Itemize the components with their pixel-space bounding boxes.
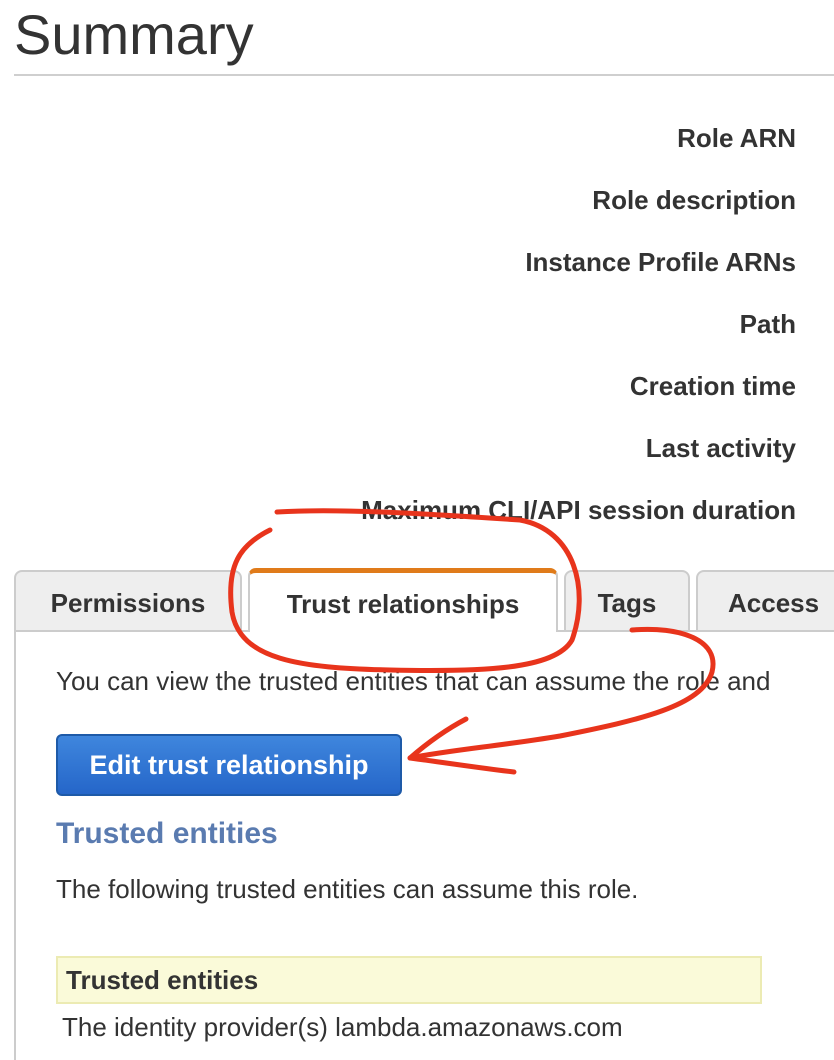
title-divider	[14, 74, 834, 76]
tab-bar: Permissions Trust relationships Tags Acc…	[14, 568, 834, 632]
tab-trust-relationships[interactable]: Trust relationships	[248, 568, 558, 632]
tab-permissions[interactable]: Permissions	[14, 570, 242, 630]
trusted-entities-table-header: Trusted entities	[56, 956, 762, 1004]
tab-tags[interactable]: Tags	[564, 570, 690, 630]
tab-access[interactable]: Access	[696, 570, 834, 630]
summary-label-creation-time: Creation time	[629, 371, 796, 401]
summary-label-path: Path	[739, 309, 796, 339]
trust-intro-text: You can view the trusted entities that c…	[56, 666, 771, 696]
page-title: Summary	[14, 3, 254, 66]
edit-trust-relationship-button[interactable]: Edit trust relationship	[56, 734, 402, 796]
trusted-entities-description: The following trusted entities can assum…	[56, 874, 639, 904]
summary-label-role-description: Role description	[592, 185, 796, 215]
summary-label-role-arn: Role ARN	[677, 123, 796, 153]
summary-label-max-session-duration: Maximum CLI/API session duration	[361, 495, 796, 525]
summary-label-last-activity: Last activity	[645, 433, 796, 463]
summary-label-instance-profile-arns: Instance Profile ARNs	[525, 247, 796, 277]
trusted-entities-heading: Trusted entities	[56, 817, 278, 850]
table-row: The identity provider(s) lambda.amazonaw…	[62, 1012, 623, 1042]
